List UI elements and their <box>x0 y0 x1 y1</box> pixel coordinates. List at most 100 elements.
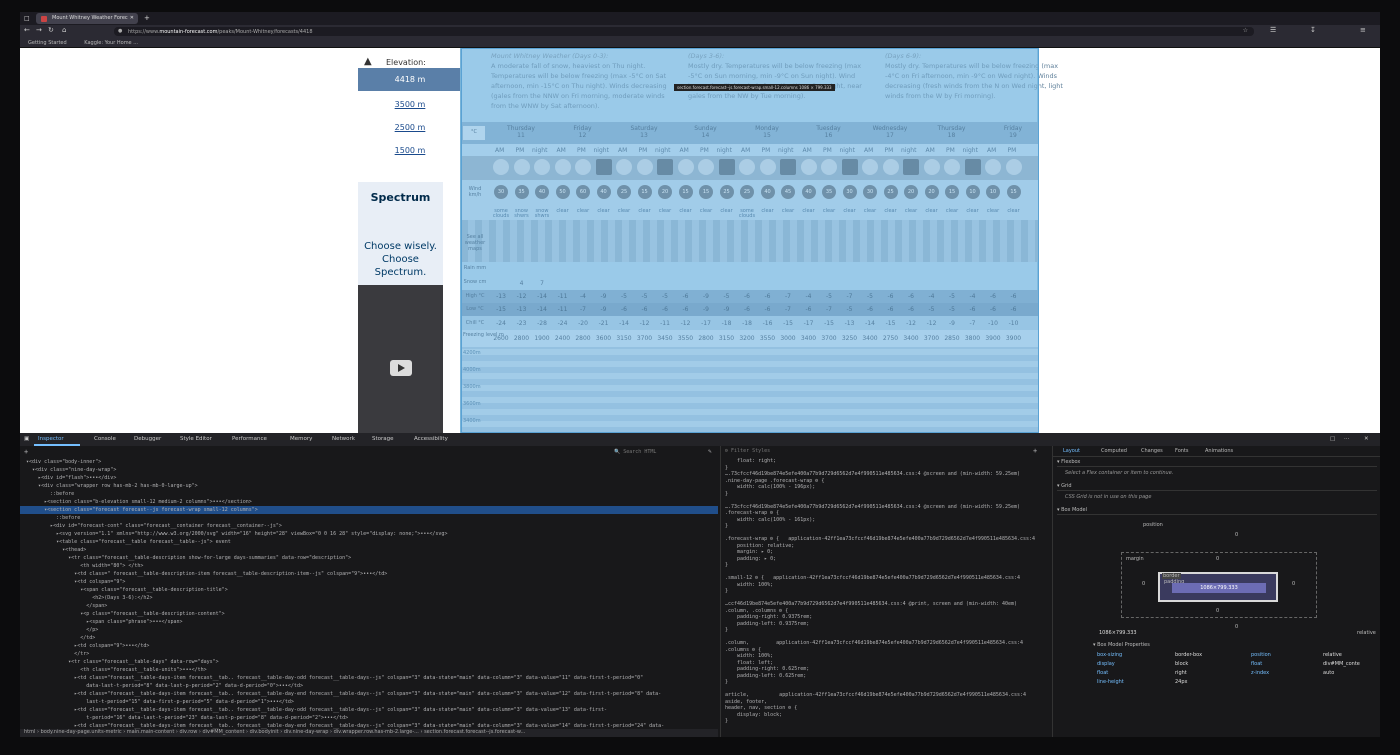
url-prefix: https://www. <box>128 29 160 35</box>
tab-inspector[interactable]: Inspector <box>38 436 64 442</box>
markup-node[interactable]: </tr> <box>20 650 718 658</box>
tab-fonts[interactable]: Fonts <box>1175 448 1189 454</box>
close-devtools-icon[interactable]: ✕ <box>1364 436 1369 442</box>
markup-node[interactable]: ▾<td class=" forecast__table-description… <box>20 570 718 578</box>
bm-position-label: position <box>1143 522 1163 528</box>
new-tab-icon[interactable]: + <box>144 14 150 22</box>
extensions-icon[interactable]: ☰ <box>1270 26 1276 34</box>
elevation-1500[interactable]: 1500 m <box>358 139 462 162</box>
back-icon[interactable]: ← <box>24 26 30 34</box>
home-icon[interactable]: ⌂ <box>62 26 66 34</box>
markup-node[interactable]: <h2>(Days 3-6):</h2> <box>20 594 718 602</box>
flexbox-title: Flexbox <box>1061 459 1081 465</box>
browser-tab[interactable]: Mount Whitney Weather Forec ✕ <box>36 13 138 24</box>
elevation-4418[interactable]: 4418 m <box>358 68 462 91</box>
markup-node[interactable]: data-last-t-period="8" data-last-p-perio… <box>20 682 718 690</box>
markup-node[interactable]: ▾<td colspan="9"> <box>20 578 718 586</box>
address-bar[interactable]: ● https://www.mountain-forecast.com/peak… <box>114 27 1254 36</box>
tab-network[interactable]: Network <box>332 436 355 442</box>
markup-node[interactable]: ▸<td class="forecast__table-days-item fo… <box>20 690 718 698</box>
tab-style-editor[interactable]: Style Editor <box>180 436 212 442</box>
markup-node[interactable]: t-period="16" data-last-t-period="23" da… <box>20 714 718 722</box>
markup-node[interactable]: ▸<div id="forecast-cont" class="forecast… <box>20 522 718 530</box>
markup-node[interactable]: ▸<td class="forecast__table-days-item fo… <box>20 674 718 682</box>
markup-node[interactable]: ▸<span class="phrase">•••</span> <box>20 618 718 626</box>
ad-video[interactable] <box>358 285 443 433</box>
rules-view[interactable]: ⚙ Filter Styles + float: right;} ….73cfcc… <box>720 446 1050 737</box>
bookmark-star-icon[interactable]: ☆ <box>1243 27 1248 34</box>
elevation-2500[interactable]: 2500 m <box>358 116 462 139</box>
box-property-value: border-box <box>1175 652 1203 658</box>
boxmodel-section[interactable]: ▾ Box Model <box>1057 506 1377 515</box>
add-node-icon[interactable]: + <box>24 448 28 456</box>
flexbox-text: Select a Flex container or item to conti… <box>1065 470 1174 476</box>
pick-element-icon[interactable]: ▣ <box>24 436 29 442</box>
firefox-view-icon[interactable]: □ <box>24 15 30 22</box>
markup-node[interactable]: ::before <box>20 514 718 522</box>
menu-icon[interactable]: ≡ <box>1360 26 1366 34</box>
markup-node[interactable]: ▸<div id="flash">•••</div> <box>20 474 718 482</box>
tab-debugger[interactable]: Debugger <box>134 436 161 442</box>
lock-icon: ● <box>118 28 123 34</box>
bm-content-size: 1086×799.333 <box>1172 583 1266 593</box>
markup-node[interactable]: </span> <box>20 602 718 610</box>
tab-changes[interactable]: Changes <box>1141 448 1163 454</box>
markup-node[interactable]: </p> <box>20 626 718 634</box>
bookmark-kaggle[interactable]: Kaggle: Your Home ... <box>84 40 138 46</box>
elevation-3500[interactable]: 3500 m <box>358 93 462 116</box>
eyedropper-icon[interactable]: ✎ <box>708 448 712 455</box>
dock-icon[interactable]: □ <box>1330 436 1335 442</box>
markup-node[interactable]: last-t-period="15" data-first-p-period="… <box>20 698 718 706</box>
markup-node[interactable]: ▸<td colspan="9">•••</td> <box>20 642 718 650</box>
add-rule-icon[interactable]: + <box>1033 447 1037 455</box>
markup-node[interactable]: ▾<p class="forecast__table-description-c… <box>20 610 718 618</box>
markup-node[interactable]: ▾<table class="forecast__table forecast_… <box>20 538 718 546</box>
grid-section[interactable]: ▾ Grid <box>1057 482 1377 491</box>
props-section[interactable]: ▾ Box Model Properties <box>1093 642 1150 648</box>
bookmark-getting-started[interactable]: Getting Started <box>28 40 67 46</box>
markup-node[interactable]: <th width="80"> </th> <box>20 562 718 570</box>
close-tab-icon[interactable]: ✕ <box>130 15 134 21</box>
markup-node[interactable]: ▸<svg version="1.1" xmlns="http://www.w3… <box>20 530 718 538</box>
markup-node[interactable]: ▾<div class="body-inner"> <box>20 458 718 466</box>
box-property-name: float <box>1251 661 1263 667</box>
flexbox-section[interactable]: ▾ Flexbox <box>1057 458 1377 467</box>
tab-console[interactable]: Console <box>94 436 116 442</box>
markup-view[interactable]: + 🔍 Search HTML ✎ ▾<div class="body-inne… <box>20 446 718 737</box>
filter-styles-input[interactable]: ⚙ Filter Styles <box>725 448 770 454</box>
downloads-icon[interactable]: ↧ <box>1310 26 1316 34</box>
markup-node[interactable]: ▾<div class="nine-day-wrap"> <box>20 466 718 474</box>
tab-layout[interactable]: Layout <box>1063 448 1080 454</box>
play-icon[interactable] <box>390 360 412 376</box>
box-property-value: auto <box>1323 670 1335 676</box>
forward-icon[interactable]: → <box>36 26 42 34</box>
markup-node[interactable]: ▾<div class="wrapper row has-mb-2 has-mb… <box>20 482 718 490</box>
markup-node[interactable]: ▸<td class="forecast__table-days-item fo… <box>20 706 718 714</box>
tab-performance[interactable]: Performance <box>232 436 267 442</box>
markup-node[interactable]: ▾<tr class="forecast__table-days" data-r… <box>20 658 718 666</box>
box-property-name: z-index <box>1251 670 1270 676</box>
markup-node[interactable]: </td> <box>20 634 718 642</box>
tab-animations[interactable]: Animations <box>1205 448 1233 454</box>
tab-storage[interactable]: Storage <box>372 436 394 442</box>
tab-memory[interactable]: Memory <box>290 436 312 442</box>
bookmarks-toolbar: Getting Started Kaggle: Your Home ... <box>20 38 1380 48</box>
markup-node[interactable]: ::before <box>20 490 718 498</box>
markup-node[interactable]: ▸<section class="b-elevation small-12 me… <box>20 498 718 506</box>
reload-icon[interactable]: ↻ <box>48 26 54 34</box>
tab-accessibility[interactable]: Accessibility <box>414 436 448 442</box>
markup-node[interactable]: ▾<tr class="forecast__table-description … <box>20 554 718 562</box>
markup-node[interactable]: ▾<thead> <box>20 546 718 554</box>
tab-computed[interactable]: Computed <box>1101 448 1127 454</box>
selected-node[interactable]: ▾<section class="forecast forecast--js f… <box>20 506 718 514</box>
box-property-value: right <box>1175 670 1187 676</box>
spectrum-ad[interactable]: Spectrum Choose wisely. Choose Spectrum. <box>358 182 443 433</box>
web-page: ▲ Elevation: 4418 m 3500 m 2500 m 1500 m… <box>20 48 1380 433</box>
options-icon[interactable]: ⋯ <box>1344 436 1350 442</box>
search-html-input[interactable]: 🔍 Search HTML <box>614 449 704 457</box>
markup-node[interactable]: ▾<span class="forecast__table-descriptio… <box>20 586 718 594</box>
boxmodel-title: Box Model <box>1061 507 1088 513</box>
url-domain: mountain-forecast.com <box>159 29 218 35</box>
breadcrumb[interactable]: html › body.nine-day-page.units-metric ›… <box>20 729 718 737</box>
markup-node[interactable]: <th class="forecast__table-units">•••</t… <box>20 666 718 674</box>
